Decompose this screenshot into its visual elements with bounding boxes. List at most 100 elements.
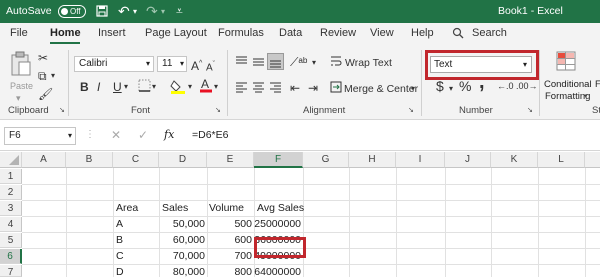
- column-header-d[interactable]: D: [159, 152, 207, 168]
- column-header-f[interactable]: F: [254, 152, 303, 168]
- fill-color-dropdown-icon[interactable]: ▾: [188, 80, 192, 94]
- column-header-b[interactable]: B: [66, 152, 113, 168]
- insert-function-button[interactable]: fx: [164, 128, 174, 141]
- cell-c7[interactable]: C: [116, 249, 124, 264]
- cell-e4[interactable]: Volume: [209, 201, 244, 216]
- select-all-corner[interactable]: [0, 152, 22, 168]
- decrease-indent-icon[interactable]: ⇤: [290, 81, 300, 95]
- conditional-formatting-icon[interactable]: [556, 51, 576, 74]
- tab-formulas[interactable]: Formulas: [218, 27, 264, 39]
- italic-button[interactable]: I: [97, 80, 100, 94]
- font-color-icon[interactable]: A: [199, 77, 213, 96]
- row-header-2[interactable]: 2: [0, 185, 22, 200]
- bold-button[interactable]: B: [80, 80, 89, 94]
- row-header-5[interactable]: 5: [0, 233, 22, 248]
- cell-e5[interactable]: 500: [207, 217, 252, 232]
- tab-review[interactable]: Review: [320, 27, 356, 39]
- align-right-icon[interactable]: [269, 81, 282, 97]
- cell-e8[interactable]: 800: [207, 265, 252, 277]
- borders-icon[interactable]: [138, 79, 151, 95]
- font-name-select[interactable]: Calibri ▾: [74, 56, 154, 72]
- column-header-h[interactable]: H: [349, 152, 396, 168]
- column-header-l[interactable]: L: [538, 152, 585, 168]
- undo-icon[interactable]: ↶: [118, 0, 130, 23]
- format-as-table-clipped[interactable]: F: [595, 79, 600, 90]
- tab-view[interactable]: View: [370, 27, 394, 39]
- formula-input[interactable]: =D6*E6: [192, 129, 228, 141]
- shrink-font-icon[interactable]: Aˇ: [206, 58, 215, 75]
- tab-page-layout[interactable]: Page Layout: [145, 27, 207, 39]
- cell-c8[interactable]: D: [116, 265, 124, 277]
- row-header-3[interactable]: 3: [0, 201, 22, 216]
- search-icon[interactable]: [452, 27, 464, 42]
- tab-help[interactable]: Help: [411, 27, 434, 39]
- cell-e7[interactable]: 700: [207, 249, 252, 264]
- cell-f4[interactable]: Avg Sales: [257, 201, 304, 216]
- column-header-i[interactable]: I: [396, 152, 445, 168]
- merge-dropdown-icon[interactable]: ▾: [411, 82, 415, 96]
- increase-indent-icon[interactable]: ⇥: [308, 81, 318, 95]
- name-box[interactable]: F6 ▾: [4, 127, 76, 145]
- autosave-toggle[interactable]: Off: [58, 5, 86, 18]
- percent-button[interactable]: %: [459, 79, 471, 93]
- align-center-icon[interactable]: [252, 81, 265, 97]
- orientation-dropdown-icon[interactable]: ▾: [312, 56, 316, 70]
- paste-dropdown-icon[interactable]: ▾: [16, 93, 21, 104]
- column-header-e[interactable]: E: [207, 152, 254, 168]
- increase-decimal-icon[interactable]: ←.0: [497, 79, 514, 93]
- orientation-icon[interactable]: ⟋ᵃᵇ: [290, 55, 307, 69]
- cell-d5[interactable]: 50,000: [159, 217, 205, 232]
- column-header-g[interactable]: G: [303, 152, 349, 168]
- cell-d8[interactable]: 80,000: [159, 265, 205, 277]
- borders-dropdown-icon[interactable]: ▾: [152, 80, 156, 94]
- align-bottom-icon[interactable]: [267, 53, 284, 70]
- row-header-7[interactable]: 7: [0, 265, 22, 277]
- tab-file[interactable]: File: [10, 27, 28, 39]
- cell-c4[interactable]: Area: [116, 201, 138, 216]
- font-size-select[interactable]: 11 ▾: [157, 56, 187, 72]
- row-header-6[interactable]: 6: [0, 249, 22, 264]
- font-color-dropdown-icon[interactable]: ▾: [214, 80, 218, 94]
- tab-insert[interactable]: Insert: [98, 27, 126, 39]
- cell-d4[interactable]: Sales: [162, 201, 188, 216]
- enter-icon[interactable]: ✓: [138, 128, 148, 142]
- decrease-decimal-icon[interactable]: .00→: [516, 79, 538, 93]
- merge-center-icon[interactable]: [330, 81, 342, 96]
- grow-font-icon[interactable]: A^: [191, 57, 202, 73]
- underline-button[interactable]: U: [113, 80, 122, 94]
- cell-d7[interactable]: 70,000: [159, 249, 205, 264]
- column-header-j[interactable]: J: [445, 152, 491, 168]
- cell-f8[interactable]: 64000000: [254, 265, 301, 277]
- customize-qat-icon[interactable]: ⩡: [176, 0, 183, 23]
- cut-icon[interactable]: ✂: [38, 51, 48, 65]
- fill-color-icon[interactable]: [170, 78, 186, 97]
- merge-center-button[interactable]: Merge & Center: [344, 82, 418, 96]
- tab-data[interactable]: Data: [279, 27, 302, 39]
- tab-home[interactable]: Home: [50, 27, 81, 39]
- row-header-4[interactable]: 4: [0, 217, 22, 232]
- wrap-text-icon[interactable]: [330, 55, 342, 70]
- currency-dropdown-icon[interactable]: ▾: [449, 82, 453, 96]
- copy-dropdown-icon[interactable]: ▾: [51, 69, 55, 83]
- conditional-formatting-label-1[interactable]: Conditional: [544, 79, 592, 90]
- cell-c5[interactable]: A: [116, 217, 123, 232]
- currency-button[interactable]: $: [436, 79, 444, 93]
- align-left-icon[interactable]: [235, 81, 248, 97]
- align-top-icon[interactable]: [235, 55, 248, 71]
- number-launcher-icon[interactable]: ↘: [527, 106, 533, 114]
- undo-dropdown-icon[interactable]: ▾: [133, 0, 137, 23]
- cell-f5[interactable]: 25000000: [254, 217, 301, 232]
- column-header-c[interactable]: C: [113, 152, 159, 168]
- format-painter-icon[interactable]: 🖌: [38, 87, 53, 101]
- save-icon[interactable]: [96, 0, 108, 23]
- cell-c6[interactable]: B: [116, 233, 123, 248]
- wrap-text-button[interactable]: Wrap Text: [345, 56, 392, 70]
- align-middle-icon[interactable]: [252, 55, 265, 71]
- cell-e6[interactable]: 600: [207, 233, 252, 248]
- underline-dropdown-icon[interactable]: ▾: [124, 80, 128, 94]
- font-launcher-icon[interactable]: ↘: [215, 106, 221, 114]
- column-header-k[interactable]: K: [491, 152, 538, 168]
- column-header-a[interactable]: A: [22, 152, 66, 168]
- copy-icon[interactable]: ⧉: [38, 69, 47, 83]
- clipboard-launcher-icon[interactable]: ↘: [59, 106, 65, 114]
